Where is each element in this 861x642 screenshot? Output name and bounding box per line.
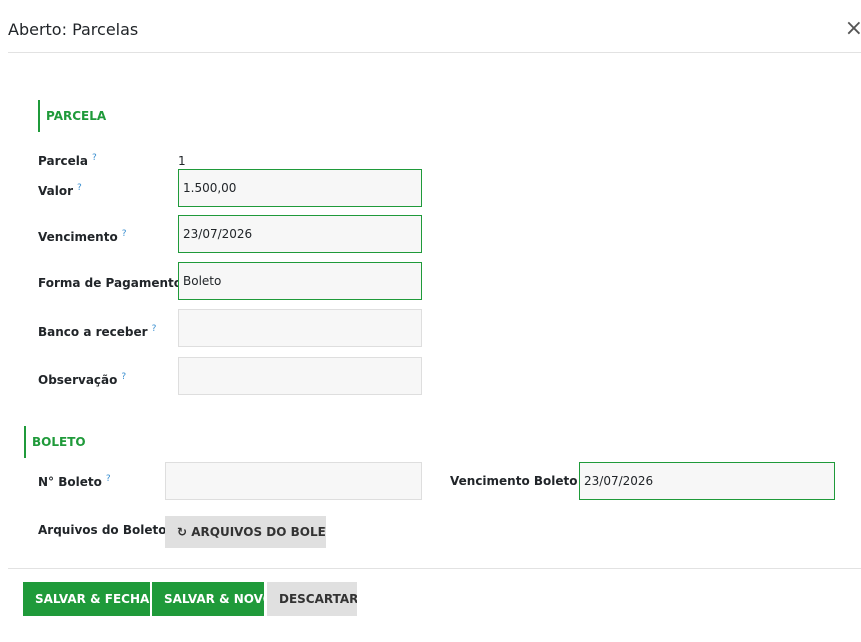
- observacao-input[interactable]: [178, 357, 422, 395]
- forma-pagamento-select[interactable]: [178, 262, 422, 300]
- section-boleto-heading: BOLETO: [24, 426, 86, 458]
- vencimento-input[interactable]: [178, 215, 422, 253]
- vencimento-boleto-input[interactable]: [579, 462, 835, 500]
- banco-receber-input[interactable]: [178, 309, 422, 347]
- valor-help-icon[interactable]: ?: [77, 183, 82, 193]
- parcela-label: Parcela?: [38, 153, 97, 168]
- salvar-novo-button[interactable]: SALVAR & NOVO: [152, 582, 264, 616]
- numero-boleto-label-text: N° Boleto: [38, 475, 102, 489]
- valor-label: Valor?: [38, 183, 82, 198]
- observacao-help-icon[interactable]: ?: [121, 372, 126, 382]
- dialog-header: Aberto: Parcelas ×: [8, 0, 861, 53]
- footer-divider: [8, 568, 861, 569]
- vencimento-boleto-label-text: Vencimento Boleto: [450, 474, 578, 488]
- numero-boleto-label: N° Boleto?: [38, 474, 111, 489]
- forma-pagamento-label-text: Forma de Pagamento: [38, 276, 182, 290]
- arquivos-boleto-label-text: Arquivos do Boleto: [38, 523, 167, 537]
- banco-receber-label-text: Banco a receber: [38, 325, 148, 339]
- close-icon[interactable]: ×: [845, 18, 861, 40]
- forma-pagamento-label: Forma de Pagamento: [38, 276, 182, 290]
- section-parcela-heading: PARCELA: [38, 100, 106, 132]
- vencimento-boleto-label: Vencimento Boleto: [450, 474, 578, 488]
- observacao-label: Observação?: [38, 372, 126, 387]
- valor-input[interactable]: [178, 169, 422, 207]
- dialog-title: Aberto: Parcelas: [8, 20, 139, 39]
- salvar-fechar-button[interactable]: SALVAR & FECHAR: [23, 582, 150, 616]
- arquivos-boleto-button[interactable]: ↻ ARQUIVOS DO BOLETO: [165, 516, 326, 548]
- numero-boleto-help-icon[interactable]: ?: [106, 474, 111, 484]
- banco-receber-label: Banco a receber?: [38, 324, 156, 339]
- parcela-label-text: Parcela: [38, 154, 88, 168]
- vencimento-label-text: Vencimento: [38, 230, 118, 244]
- banco-receber-help-icon[interactable]: ?: [152, 324, 157, 334]
- valor-label-text: Valor: [38, 184, 74, 198]
- arquivos-boleto-label: Arquivos do Boleto: [38, 523, 166, 537]
- descartar-button[interactable]: DESCARTAR: [267, 582, 357, 616]
- parcela-help-icon[interactable]: ?: [92, 153, 97, 163]
- vencimento-label: Vencimento?: [38, 229, 127, 244]
- numero-boleto-input[interactable]: [165, 462, 422, 500]
- dialog: Aberto: Parcelas × PARCELA Parcela? 1 Va…: [0, 0, 861, 642]
- parcela-value: 1: [178, 154, 186, 168]
- vencimento-help-icon[interactable]: ?: [122, 229, 127, 239]
- observacao-label-text: Observação: [38, 373, 118, 387]
